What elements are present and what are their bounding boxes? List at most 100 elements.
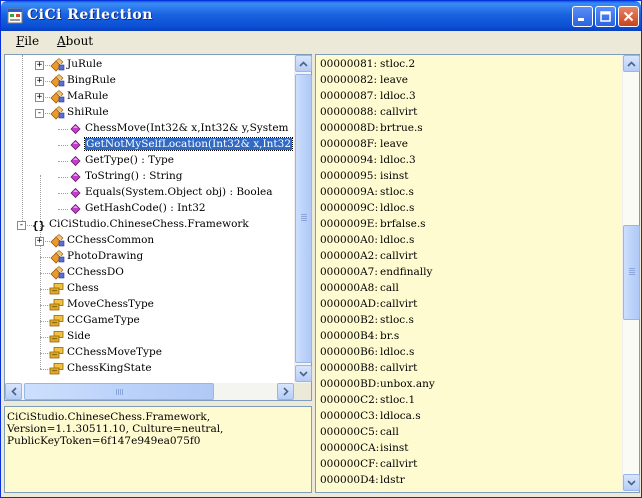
tree-node[interactable]: + MaRule [5,89,295,105]
il-offset: 0000009C: [320,202,379,214]
il-offset: 000000C2: [320,394,379,406]
il-instruction-row[interactable]: 000000C5: call [320,426,399,442]
il-instruction-row[interactable]: 000000C2: stloc.1 [320,394,415,410]
il-instruction-row[interactable]: 0000009C: ldloc.s [320,202,414,218]
tree-node[interactable]: ChessKingState [5,361,295,377]
assembly-info-panel[interactable]: CiCiStudio.ChineseChess.Framework, Versi… [4,406,312,493]
il-opcode: unbox.any [380,378,435,390]
expand-icon[interactable]: + [35,93,44,102]
il-opcode: isinst [380,170,409,182]
il-offset: 000000B2: [320,314,379,326]
il-instruction-row[interactable]: 00000082: leave [320,74,408,90]
il-opcode: endfinally [380,266,433,278]
il-instruction-row[interactable]: 000000C3: ldloca.s [320,410,421,426]
expand-icon[interactable]: + [35,61,44,70]
il-instruction-row[interactable]: 000000B2: stloc.s [320,314,414,330]
collapse-icon[interactable]: - [35,109,44,118]
il-instruction-row[interactable]: 0000009E: brfalse.s [320,218,426,234]
il-vscroll[interactable] [622,55,640,492]
il-instruction-row[interactable]: 00000095: isinst [320,170,408,186]
tree-node[interactable]: + BingRule [5,73,295,89]
expand-icon[interactable]: + [35,77,44,86]
namespace-icon: {} [31,218,47,232]
il-instruction-row[interactable]: 0000008F: leave [320,138,408,154]
il-opcode: ldstr [380,474,405,486]
tree-node-label: MoveChessType [67,298,154,310]
maximize-button[interactable] [595,6,616,27]
il-instruction-row[interactable]: 000000A7: endfinally [320,266,432,282]
il-instruction-row[interactable]: 000000AD:callvirt [320,298,417,314]
tree-scroll-left-button[interactable] [5,383,22,400]
il-opcode: stloc.2 [380,58,416,70]
il-offset: 00000088: [320,106,377,118]
il-opcode: ldloc.s [380,234,415,246]
tree-hscroll-thumb[interactable] [24,383,214,400]
tree-node[interactable]: GetType() : Type [5,153,295,169]
minimize-icon [578,18,584,21]
il-instruction-row[interactable]: 000000A0: ldloc.s [320,234,414,250]
il-instruction-row[interactable]: 000000BD:unbox.any [320,378,435,394]
tree-node-label: CChessCommon [67,234,155,246]
il-scroll-up-button[interactable] [623,55,640,72]
tree-node[interactable]: + CChessCommon [5,233,295,249]
il-instruction-row[interactable]: 000000A8: call [320,282,399,298]
tree-vscroll[interactable] [294,55,312,383]
type-tree[interactable]: + JuRule + BingRule + MaRule - ShiRule ChessMove… [4,54,312,401]
tree-node[interactable]: MoveChessType [5,297,295,313]
tree-node[interactable]: -{} CiCiStudio.ChineseChess.Framework [5,217,295,233]
il-scroll-down-button[interactable] [623,474,640,491]
tree-node[interactable]: ToString() : String [5,169,295,185]
il-instruction-row[interactable]: 00000088: callvirt [320,106,417,122]
menu-about[interactable]: About [57,34,93,48]
tree-node[interactable]: - ShiRule [5,105,295,121]
tree-node[interactable]: CChessDO [5,265,295,281]
il-instruction-row[interactable]: 000000CF:callvirt [320,458,417,474]
close-button[interactable] [618,6,639,27]
collapse-icon[interactable]: - [17,221,26,230]
tree-node[interactable]: PhotoDrawing [5,249,295,265]
tree-vscroll-thumb[interactable] [295,74,312,363]
il-code-panel[interactable]: 00000081: stloc.2 00000082: leave 00000087: l… [315,54,640,493]
il-instruction-row[interactable]: 00000081: stloc.2 [320,58,415,74]
class-icon [49,74,65,88]
minimize-button[interactable] [572,6,593,27]
il-opcode: ldloc.3 [380,90,416,102]
tree-node-label: MaRule [67,90,109,102]
close-icon [623,11,634,22]
tree-node[interactable]: Side [5,329,295,345]
il-instruction-row[interactable]: 000000B4: br.s [320,330,399,346]
tree-scroll-down-button[interactable] [295,365,312,382]
tree-node[interactable]: + JuRule [5,57,295,73]
tree-node[interactable]: CCGameType [5,313,295,329]
tree-hscroll[interactable] [5,383,294,400]
tree-scroll-up-button[interactable] [295,55,312,72]
tree-node[interactable]: Chess [5,281,295,297]
il-instruction-row[interactable]: 000000D4:ldstr [320,474,405,490]
tree-node[interactable]: ChessMove(Int32& x,Int32& y,System [5,121,295,137]
app-icon[interactable] [7,8,23,24]
menu-bar: File About [1,31,641,51]
il-opcode: callvirt [380,362,418,374]
il-instruction-row[interactable]: 00000094: ldloc.3 [320,154,416,170]
il-instruction-row[interactable]: 000000B8: callvirt [320,362,417,378]
il-instruction-row[interactable]: 000000A2: callvirt [320,250,417,266]
title-bar[interactable]: CiCi Reflection [1,1,641,31]
il-instruction-row[interactable]: 00000087: ldloc.3 [320,90,416,106]
il-instruction-row[interactable]: 0000008D:brtrue.s [320,122,423,138]
tree-node[interactable]: CChessMoveType [5,345,295,361]
il-instruction-row[interactable]: 000000B6: ldloc.s [320,346,414,362]
tree-scroll-right-button[interactable] [277,383,294,400]
il-instruction-row[interactable]: 000000CA:isinst [320,442,408,458]
tree-node[interactable]: GetHashCode() : Int32 [5,201,295,217]
tree-node[interactable]: Equals(System.Object obj) : Boolea [5,185,295,201]
tree-node-label: BingRule [67,74,116,86]
il-vscroll-thumb[interactable] [623,225,640,320]
il-offset: 00000082: [320,74,377,86]
menu-file[interactable]: File [16,34,39,48]
il-opcode: brtrue.s [380,122,423,134]
tree-node[interactable]: GetNotMySelfLocation(Int32& x,Int32 [5,137,295,153]
scroll-corner [294,383,311,400]
il-instruction-row[interactable]: 0000009A: stloc.s [320,186,414,202]
expand-icon[interactable]: + [35,237,44,246]
tree-node-label: Side [67,330,91,342]
